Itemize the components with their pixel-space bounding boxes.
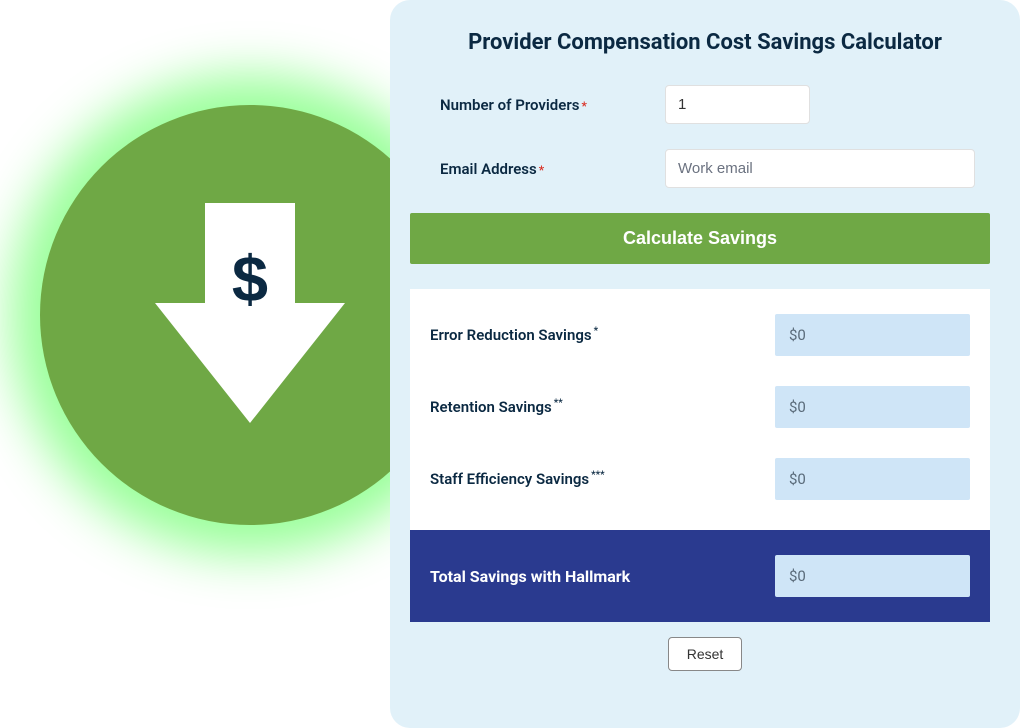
error-reduction-value: $0 xyxy=(775,314,970,356)
panel-title: Provider Compensation Cost Savings Calcu… xyxy=(420,30,990,55)
total-value: $0 xyxy=(775,555,970,597)
providers-input[interactable] xyxy=(665,85,810,124)
calculate-button[interactable]: Calculate Savings xyxy=(410,213,990,264)
error-reduction-label: Error Reduction Savings* xyxy=(430,326,775,344)
total-row: Total Savings with Hallmark $0 xyxy=(410,530,990,622)
total-label: Total Savings with Hallmark xyxy=(430,567,775,586)
results-block: Error Reduction Savings* $0 Retention Sa… xyxy=(410,289,990,622)
retention-label: Retention Savings** xyxy=(430,398,775,416)
retention-value: $0 xyxy=(775,386,970,428)
dollar-down-arrow-icon: $ xyxy=(155,203,345,427)
reset-button[interactable]: Reset xyxy=(668,637,743,671)
email-row: Email Address* xyxy=(420,149,990,188)
email-input[interactable] xyxy=(665,149,975,188)
calculator-panel: Provider Compensation Cost Savings Calcu… xyxy=(390,0,1020,728)
staff-efficiency-row: Staff Efficiency Savings*** $0 xyxy=(430,458,970,500)
email-label: Email Address* xyxy=(440,160,665,178)
svg-text:$: $ xyxy=(232,242,268,315)
staff-efficiency-value: $0 xyxy=(775,458,970,500)
staff-efficiency-label: Staff Efficiency Savings*** xyxy=(430,470,775,488)
providers-label: Number of Providers* xyxy=(440,96,665,114)
providers-row: Number of Providers* xyxy=(420,85,990,124)
retention-row: Retention Savings** $0 xyxy=(430,386,970,428)
error-reduction-row: Error Reduction Savings* $0 xyxy=(430,314,970,356)
